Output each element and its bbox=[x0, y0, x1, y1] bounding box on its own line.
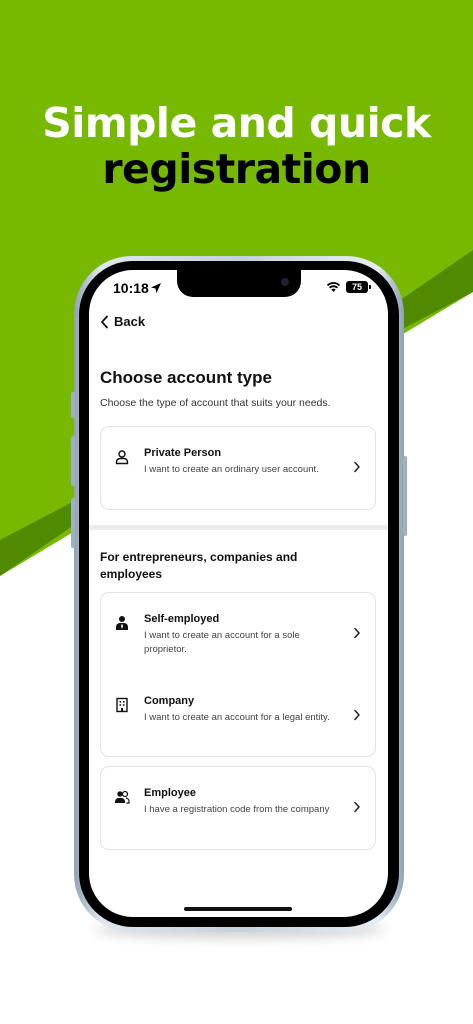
location-arrow-icon bbox=[151, 283, 161, 293]
self-employed-option[interactable]: Self-employed I want to create an accoun… bbox=[101, 593, 375, 673]
back-label: Back bbox=[114, 314, 146, 329]
power-button bbox=[403, 456, 407, 536]
person-outline-icon bbox=[115, 450, 129, 465]
private-person-card: Private Person I want to create an ordin… bbox=[100, 426, 376, 510]
private-person-description: I want to create an ordinary user accoun… bbox=[144, 464, 319, 475]
people-icon bbox=[115, 790, 130, 804]
businessperson-icon bbox=[116, 616, 128, 630]
battery-cap bbox=[369, 285, 371, 289]
private-person-option[interactable]: Private Person I want to create an ordin… bbox=[101, 427, 375, 507]
company-title: Company bbox=[144, 695, 195, 707]
private-person-title: Private Person bbox=[144, 447, 222, 459]
home-indicator[interactable] bbox=[184, 907, 292, 911]
section-divider bbox=[89, 525, 388, 530]
headline-line-2: registration bbox=[102, 145, 371, 193]
business-section-title: For entrepreneurs, companies and employe… bbox=[100, 550, 298, 581]
company-option[interactable]: Company I want to create an account for … bbox=[101, 675, 375, 755]
employee-option[interactable]: Employee I have a registration code from… bbox=[101, 767, 375, 847]
employee-card: Employee I have a registration code from… bbox=[100, 766, 376, 850]
battery-level: 75 bbox=[351, 282, 362, 292]
notch bbox=[177, 270, 301, 297]
volume-down-button bbox=[71, 498, 75, 548]
status-time: 10:18 bbox=[113, 280, 149, 296]
battery-icon: 75 bbox=[346, 281, 368, 293]
employee-title: Employee bbox=[144, 787, 196, 799]
page-subtitle: Choose the type of account that suits yo… bbox=[100, 397, 331, 409]
business-card: Self-employed I want to create an accoun… bbox=[100, 592, 376, 757]
chevron-left-icon bbox=[101, 315, 108, 328]
camera bbox=[281, 278, 289, 286]
phone-screen: 10:18 75 Back Choose account type Choose… bbox=[89, 270, 388, 917]
company-description: I want to create an account for a legal … bbox=[144, 712, 330, 723]
self-employed-description: I want to create an account for a sole p… bbox=[144, 630, 300, 655]
back-button[interactable]: Back bbox=[100, 314, 145, 329]
chevron-right-icon bbox=[354, 461, 360, 473]
headline: Simple and quick registration bbox=[0, 100, 473, 192]
wifi-icon bbox=[326, 282, 341, 292]
headline-line-1: Simple and quick bbox=[42, 99, 431, 147]
volume-up-button bbox=[71, 436, 75, 486]
page-title: Choose account type bbox=[100, 368, 272, 387]
chevron-right-icon bbox=[354, 801, 360, 813]
chevron-right-icon bbox=[354, 627, 360, 639]
mute-switch bbox=[71, 392, 75, 418]
building-icon bbox=[116, 697, 128, 713]
self-employed-title: Self-employed bbox=[144, 613, 220, 625]
chevron-right-icon bbox=[354, 709, 360, 721]
employee-description: I have a registration code from the comp… bbox=[144, 804, 330, 815]
